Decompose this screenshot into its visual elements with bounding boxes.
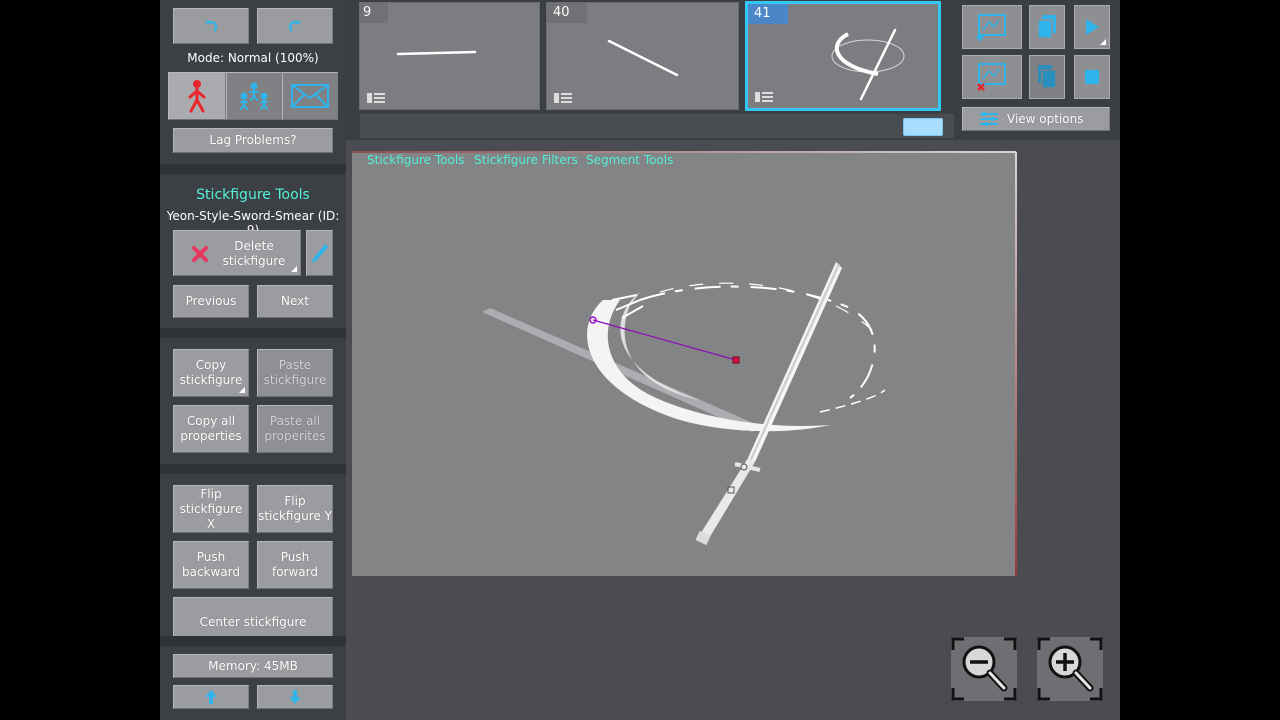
- copy-stickfigure-button[interactable]: Copy stickfigure: [173, 349, 249, 397]
- undo-button[interactable]: [173, 8, 249, 44]
- move-up-button[interactable]: [173, 685, 249, 709]
- push-forward-button[interactable]: Push forward: [257, 541, 333, 589]
- separator: [160, 164, 346, 174]
- delete-frame-button[interactable]: [962, 55, 1022, 99]
- previous-button[interactable]: Previous: [173, 285, 249, 318]
- delete-x-icon: [192, 246, 208, 262]
- pushback-label-2: backward: [181, 565, 241, 579]
- sword-smear-drawing: [482, 262, 886, 546]
- mode-message-button[interactable]: [282, 72, 338, 120]
- letterbox-right: [1120, 0, 1280, 720]
- separator: [160, 464, 346, 474]
- zoom-out-icon: [951, 637, 1017, 701]
- zoom-out-button[interactable]: [950, 636, 1018, 702]
- submenu-indicator-icon: [1100, 39, 1106, 45]
- frame-thumbnail[interactable]: 9: [359, 2, 540, 110]
- sword-preview: [607, 39, 679, 77]
- submenu-indicator-icon: [239, 387, 245, 393]
- delete-stickfigure-button[interactable]: Delete stickfigure: [173, 230, 301, 276]
- zoom-in-icon: [1037, 637, 1103, 701]
- next-button[interactable]: Next: [257, 285, 333, 318]
- copy-frame-icon: [1037, 15, 1056, 39]
- separator: [160, 636, 346, 646]
- view-options-button[interactable]: View options: [962, 107, 1110, 131]
- paste-stickfigure-button[interactable]: Paste stickfigure: [257, 349, 333, 397]
- paste-label-1: Paste: [278, 358, 312, 372]
- delete-label-2: stickfigure: [222, 254, 286, 268]
- delete-frame-icon: [977, 63, 1006, 91]
- mode-stickfigure-button[interactable]: [168, 72, 226, 120]
- copy-frame-button[interactable]: [1029, 5, 1065, 49]
- envelope-icon: [291, 84, 329, 108]
- submenu-indicator-icon: [291, 266, 297, 272]
- timeline-scroll-knob[interactable]: [903, 118, 943, 136]
- paste-all-properties-button[interactable]: Paste all properites: [257, 405, 333, 453]
- memory-indicator: Memory: 45MB: [173, 654, 333, 678]
- flipx-label-1: Flip: [200, 486, 222, 501]
- push-backward-button[interactable]: Push backward: [173, 541, 249, 589]
- paste-label-2: stickfigure: [263, 373, 327, 387]
- zoom-in-button[interactable]: [1036, 636, 1104, 702]
- lag-problems-button[interactable]: Lag Problems?: [173, 128, 333, 153]
- play-button[interactable]: [1074, 5, 1110, 49]
- stop-icon: [1085, 70, 1099, 84]
- pushback-label-1: Push: [196, 550, 226, 564]
- flipx-label-2: stickfigure X: [179, 501, 243, 531]
- edit-name-button[interactable]: [306, 230, 333, 276]
- mode-label: Mode: Normal (100%): [187, 51, 319, 65]
- layers-icon: [367, 93, 385, 103]
- move-down-button[interactable]: [257, 685, 333, 709]
- arrow-down-icon: [289, 690, 301, 704]
- copyall-label-2: properties: [180, 429, 242, 443]
- separator: [160, 328, 346, 338]
- frame-thumbnail[interactable]: 40: [546, 2, 739, 110]
- family-tree-icon: [240, 82, 268, 110]
- paste-frame-button[interactable]: [1029, 55, 1065, 99]
- sliders-icon: [980, 112, 998, 126]
- redo-button[interactable]: [257, 8, 333, 44]
- stop-button[interactable]: [1074, 55, 1110, 99]
- copy-label-1: Copy: [195, 358, 227, 372]
- view-options-label: View options: [1007, 111, 1084, 126]
- play-icon: [1086, 19, 1099, 35]
- flipy-label-1: Flip: [284, 494, 306, 508]
- copy-label-2: stickfigure: [179, 373, 243, 387]
- mode-hierarchy-button[interactable]: [226, 72, 282, 120]
- add-frame-button[interactable]: [962, 5, 1022, 49]
- flipy-label-2: stickfigure Y: [258, 509, 332, 523]
- timeline-scrollbar[interactable]: [360, 114, 954, 138]
- stickfigure-icon: [188, 80, 206, 113]
- flip-y-button[interactable]: Flip stickfigure Y: [257, 485, 333, 533]
- left-tool-panel: Mode: Normal (100%) Lag Problems? Stickf…: [160, 0, 346, 720]
- redo-arrow-icon: [288, 20, 301, 32]
- sword-preview: [396, 50, 477, 56]
- arrow-up-icon: [205, 690, 217, 704]
- flip-x-button[interactable]: Flip stickfigure X: [173, 485, 249, 533]
- pasteall-label-2: properites: [264, 429, 326, 443]
- undo-arrow-icon: [205, 20, 218, 32]
- delete-label-1: Delete: [234, 239, 274, 253]
- add-frame-icon: [976, 14, 1006, 41]
- paste-frame-icon: [1038, 65, 1057, 89]
- section-title: Stickfigure Tools: [196, 187, 310, 203]
- sword-preview: [831, 28, 905, 101]
- pencil-icon: [311, 244, 328, 263]
- copy-all-properties-button[interactable]: Copy all properties: [173, 405, 249, 453]
- pasteall-label-1: Paste all: [269, 414, 321, 428]
- center-stickfigure-button[interactable]: Center stickfigure: [173, 597, 333, 637]
- layers-icon: [554, 93, 572, 103]
- layers-icon: [755, 92, 773, 102]
- copyall-label-1: Copy all: [186, 414, 236, 428]
- frame-thumbnail-selected[interactable]: 41: [745, 1, 941, 111]
